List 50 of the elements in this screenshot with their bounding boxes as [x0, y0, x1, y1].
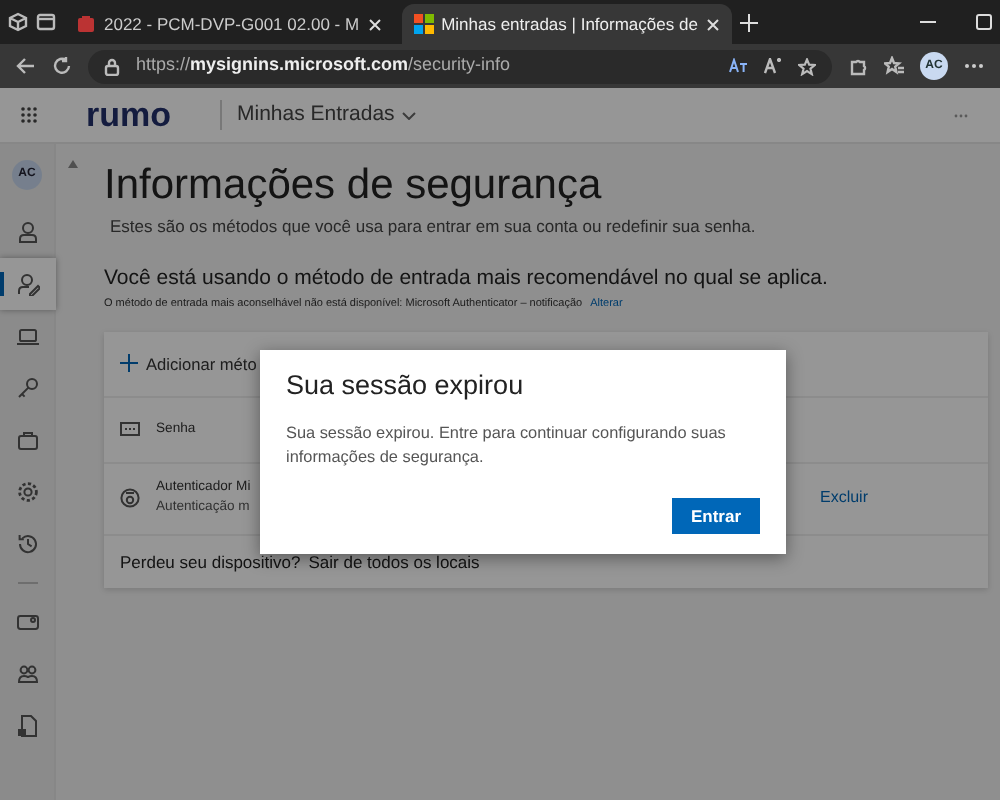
- dialog-title: Sua sessão expirou: [286, 370, 526, 403]
- person-edit-icon: [15, 272, 39, 296]
- favorites-icon[interactable]: [884, 56, 904, 76]
- document-lock-icon: [15, 714, 39, 738]
- document-icon: [76, 14, 96, 34]
- add-method-button[interactable]: Adicionar méto: [120, 351, 257, 377]
- person-icon: [15, 220, 39, 244]
- close-icon[interactable]: [705, 17, 720, 31]
- history-icon: [15, 532, 39, 556]
- tab-actions-icon[interactable]: [36, 12, 56, 32]
- key-icon: [15, 376, 39, 400]
- address-bar[interactable]: https://mysignins.microsoft.com/security-info: [88, 49, 832, 83]
- back-icon[interactable]: [16, 56, 36, 76]
- translate-icon[interactable]: [728, 58, 748, 74]
- sign-in-button[interactable]: Entrar: [672, 498, 760, 534]
- star-icon[interactable]: [798, 57, 816, 75]
- extensions-icon[interactable]: [848, 56, 868, 76]
- read-aloud-icon[interactable]: [764, 58, 782, 74]
- app-launcher-icon[interactable]: [20, 106, 38, 124]
- workspaces-icon[interactable]: [8, 12, 28, 32]
- card-icon: [15, 610, 39, 634]
- close-icon[interactable]: [367, 17, 382, 31]
- plus-icon: [120, 354, 138, 373]
- scroll-up-icon[interactable]: [67, 160, 77, 168]
- lock-icon: [104, 57, 120, 75]
- more-icon[interactable]: [964, 62, 984, 70]
- sidebar-item[interactable]: [0, 258, 55, 310]
- sign-out-everywhere-link[interactable]: Sair de todos os locais: [308, 549, 480, 575]
- windows-logo-icon: [413, 14, 434, 34]
- briefcase-icon: [15, 428, 39, 452]
- app-switcher[interactable]: Minhas Entradas: [219, 99, 417, 131]
- gear-icon: [15, 480, 39, 504]
- page-title: Informações de segurança: [104, 160, 604, 211]
- dialog-message: Sua sessão expirou. Entre para continuar configurando suas informações de segurança.: [286, 422, 728, 471]
- new-tab-icon[interactable]: [739, 13, 758, 31]
- company-logo: rumo: [86, 93, 171, 138]
- password-icon: [120, 422, 140, 437]
- browser-tab[interactable]: Minhas entradas | Informações de: [401, 4, 732, 44]
- laptop-icon: [15, 324, 39, 348]
- delete-link[interactable]: Excluir: [819, 486, 868, 511]
- lost-device-text: Perdeu seu dispositivo?: [120, 549, 301, 575]
- page-description: Estes são os métodos que você usa para entrar em sua conta ou redefinir sua senha.: [110, 214, 758, 240]
- browser-tab[interactable]: 2022 - PCM-DVP-G001 02.00 - M: [64, 4, 394, 44]
- people-icon: [15, 662, 39, 686]
- default-method-text: Você está usando o método de entrada mais recomendável no qual se aplica.: [104, 263, 830, 294]
- refresh-icon[interactable]: [52, 56, 72, 76]
- url-text: https://mysignins.microsoft.com/security-info: [136, 52, 513, 79]
- authenticator-icon: [120, 486, 140, 511]
- chevron-down-icon: [402, 111, 417, 119]
- maximize-icon[interactable]: [976, 14, 992, 30]
